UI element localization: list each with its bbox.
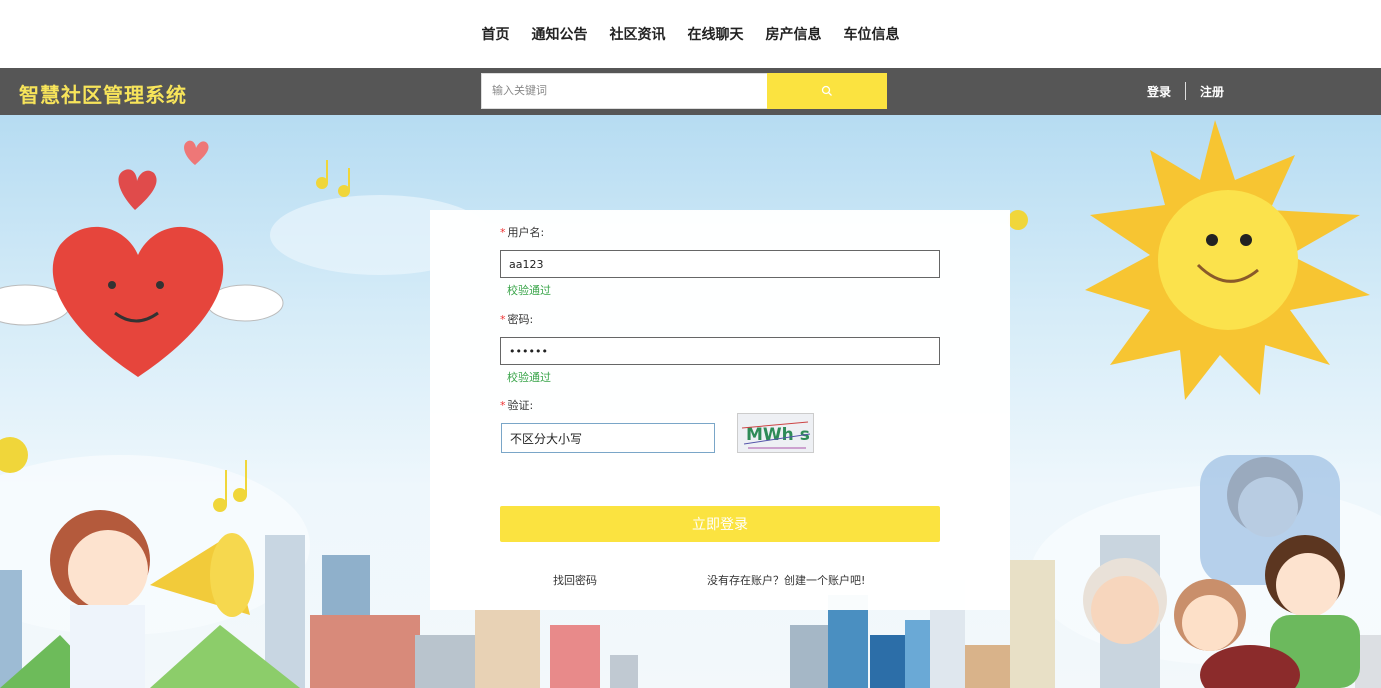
auth-links: 登录 注册: [1147, 82, 1224, 100]
login-card: *用户名: 校验通过 *密码: 校验通过 *验证: MWh s 立即登录 找回密…: [430, 210, 1010, 610]
heart-icon: [0, 226, 284, 377]
nav-news[interactable]: 社区资讯: [610, 24, 666, 44]
username-input[interactable]: [500, 250, 940, 278]
password-status: 校验通过: [507, 371, 551, 384]
sun-icon: [1085, 120, 1370, 400]
background-illustration: *用户名: 校验通过 *密码: 校验通过 *验证: MWh s 立即登录 找回密…: [0, 115, 1381, 688]
forgot-password-link[interactable]: 找回密码: [553, 572, 597, 588]
nav-property[interactable]: 房产信息: [766, 24, 822, 44]
nav-notices[interactable]: 通知公告: [532, 24, 588, 44]
search-button[interactable]: [767, 73, 887, 109]
password-label: * 密码:: [500, 311, 533, 327]
password-input[interactable]: [500, 337, 940, 365]
username-label: * 用户名:: [500, 224, 544, 240]
login-submit-button[interactable]: 立即登录: [500, 506, 940, 542]
login-link[interactable]: 登录: [1147, 83, 1171, 100]
nav-home[interactable]: 首页: [482, 24, 510, 44]
captcha-label-text: 验证:: [507, 399, 534, 412]
search-icon: [821, 85, 832, 96]
nav-parking[interactable]: 车位信息: [844, 24, 900, 44]
username-status: 校验通过: [507, 284, 551, 297]
create-account-link[interactable]: 没有存在账户？创建一个账户吧!: [707, 572, 865, 588]
header-bar: 智慧社区管理系统 登录 注册: [0, 68, 1381, 115]
captcha-image[interactable]: MWh s: [737, 413, 814, 453]
register-link[interactable]: 注册: [1200, 83, 1224, 100]
password-label-text: 密码:: [507, 313, 534, 326]
site-title: 智慧社区管理系统: [19, 83, 187, 107]
top-nav: 首页 通知公告 社区资讯 在线聊天 房产信息 车位信息: [0, 0, 1381, 68]
captcha-label: * 验证:: [500, 397, 533, 413]
search-input[interactable]: [481, 73, 767, 109]
divider: [1185, 82, 1187, 100]
required-marker: *: [500, 313, 506, 326]
required-marker: *: [500, 399, 506, 412]
nav-chat[interactable]: 在线聊天: [688, 24, 744, 44]
captcha-input[interactable]: [501, 423, 715, 453]
username-label-text: 用户名:: [507, 226, 545, 239]
search-bar: [481, 73, 887, 109]
required-marker: *: [500, 226, 506, 239]
captcha-graphic: MWh s: [741, 421, 811, 449]
